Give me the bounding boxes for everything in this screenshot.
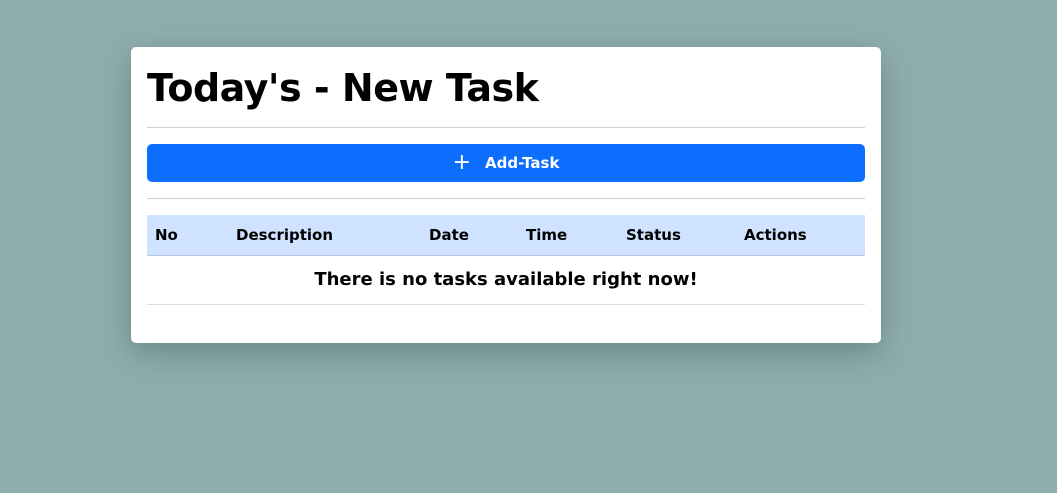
table-header-row: No Description Date Time Status Actions (147, 215, 865, 256)
column-header-no: No (147, 215, 236, 256)
empty-state-message: There is no tasks available right now! (147, 255, 865, 305)
tasks-table: No Description Date Time Status Actions … (147, 215, 865, 305)
add-task-button[interactable]: + Add-Task (147, 144, 865, 182)
add-task-label: Add-Task (485, 154, 560, 172)
column-header-date: Date (429, 215, 526, 256)
column-header-actions: Actions (744, 215, 865, 256)
column-header-description: Description (236, 215, 429, 256)
column-header-status: Status (626, 215, 744, 256)
column-header-time: Time (526, 215, 626, 256)
plus-icon: + (452, 150, 471, 175)
task-card: Today's - New Task + Add-Task No Descrip… (131, 47, 881, 343)
page-title: Today's - New Task (147, 66, 539, 110)
empty-state-row: There is no tasks available right now! (147, 255, 865, 305)
button-divider (147, 198, 865, 199)
title-divider (147, 127, 865, 128)
